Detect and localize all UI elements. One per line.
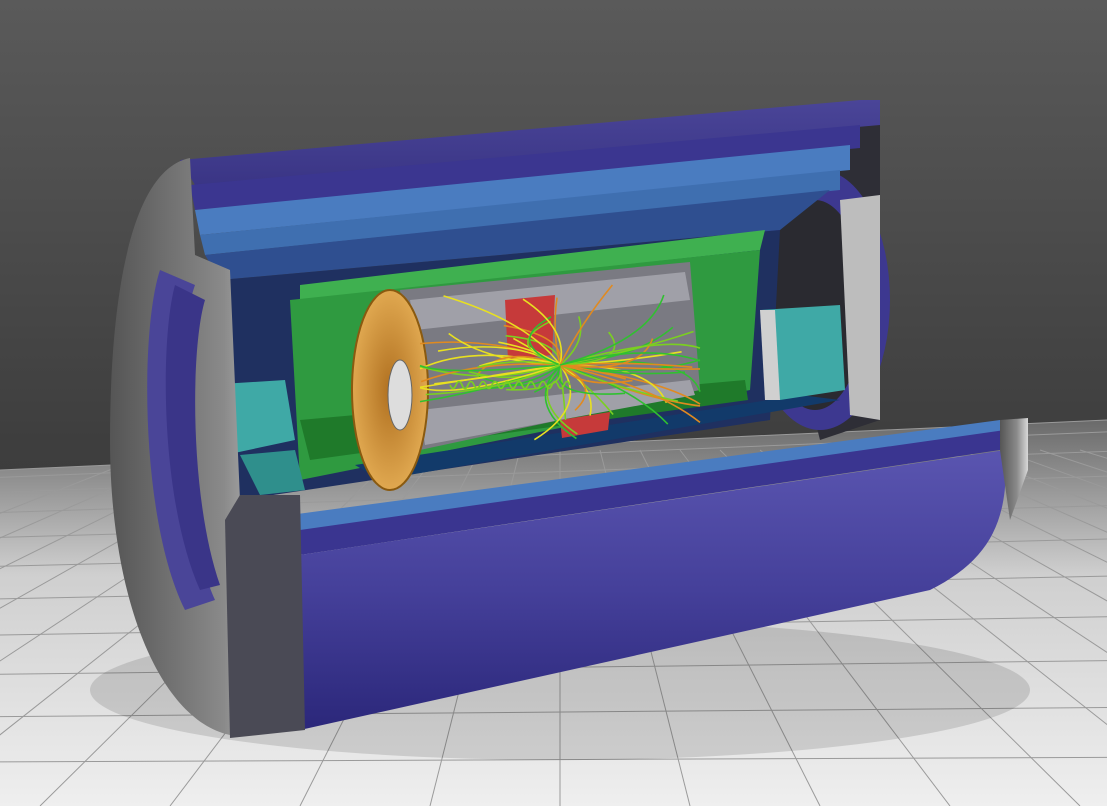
- orange-disk: [351, 289, 429, 491]
- detector-scene: [0, 0, 1107, 806]
- right-teal-endcap: [760, 305, 845, 400]
- detector-viewport[interactable]: [0, 0, 1107, 806]
